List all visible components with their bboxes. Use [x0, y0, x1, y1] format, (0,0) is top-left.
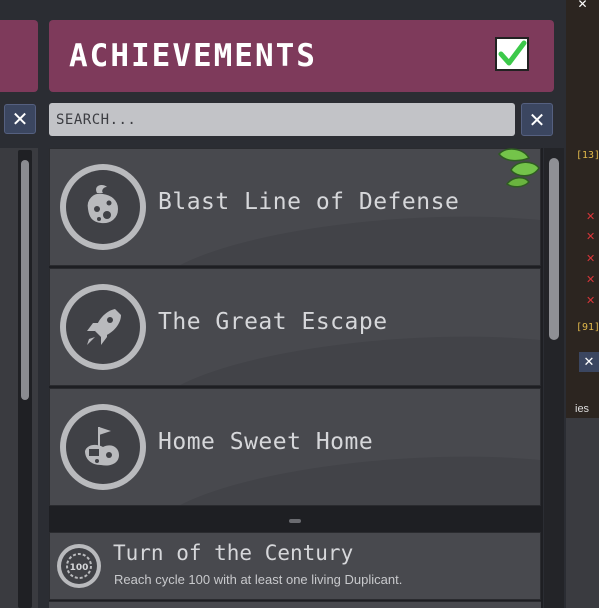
svg-text:100: 100 — [70, 563, 89, 573]
status-text: [13] — [576, 150, 599, 161]
status-text: ies — [575, 403, 590, 415]
status-text: [91] — [576, 322, 599, 333]
achievements-checkbox[interactable] — [495, 37, 529, 71]
achievement-description: Reach cycle 100 with at least one living… — [114, 572, 403, 587]
achievement-title: Turn of the Century — [113, 541, 354, 565]
close-icon[interactable]: ✕ — [586, 253, 596, 264]
planted-flag-icon — [60, 404, 146, 490]
list-divider-handle[interactable] — [289, 519, 301, 523]
close-icon: ✕ — [11, 107, 29, 131]
close-icon: ✕ — [583, 354, 595, 370]
close-icon[interactable]: ✕ — [586, 274, 596, 285]
close-icon[interactable]: ✕ — [586, 231, 596, 242]
achievement-title: The Great Escape — [158, 309, 388, 335]
close-icon[interactable]: ✕ — [566, 0, 599, 10]
achievements-header: ACHIEVEMENTS — [49, 20, 554, 92]
clear-search-button[interactable]: ✕ — [521, 103, 553, 136]
asteroid-icon — [60, 164, 146, 250]
left-scrollbar-thumb[interactable] — [21, 160, 29, 400]
left-close-button[interactable]: ✕ — [4, 104, 36, 134]
close-icon[interactable]: ✕ — [586, 295, 596, 306]
achievement-list: Blast Line of Defense The Great Escape H… — [49, 148, 543, 608]
background-panel — [566, 418, 599, 608]
checkmark-icon — [498, 40, 527, 66]
achievement-item[interactable]: Blast Line of Defense — [49, 148, 541, 266]
search-input[interactable]: SEARCH... — [49, 103, 515, 136]
list-scrollbar-thumb[interactable] — [549, 158, 559, 340]
cycle-100-icon: 100 — [57, 544, 101, 588]
rocket-icon — [60, 284, 146, 370]
page-title: ACHIEVEMENTS — [69, 38, 317, 74]
achievement-item[interactable] — [49, 601, 541, 608]
search-placeholder: SEARCH... — [56, 111, 137, 128]
achievement-item[interactable]: 100 Turn of the Century Reach cycle 100 … — [49, 532, 541, 600]
close-button[interactable]: ✕ — [579, 352, 599, 372]
close-icon[interactable]: ✕ — [586, 211, 596, 222]
leaf-icon — [498, 148, 540, 188]
achievement-title: Home Sweet Home — [158, 429, 374, 455]
achievement-item[interactable]: Home Sweet Home — [49, 388, 541, 506]
achievement-title: Blast Line of Defense — [158, 189, 460, 215]
close-icon: ✕ — [528, 107, 546, 132]
achievement-item[interactable]: The Great Escape — [49, 268, 541, 386]
left-panel-header — [0, 20, 38, 92]
